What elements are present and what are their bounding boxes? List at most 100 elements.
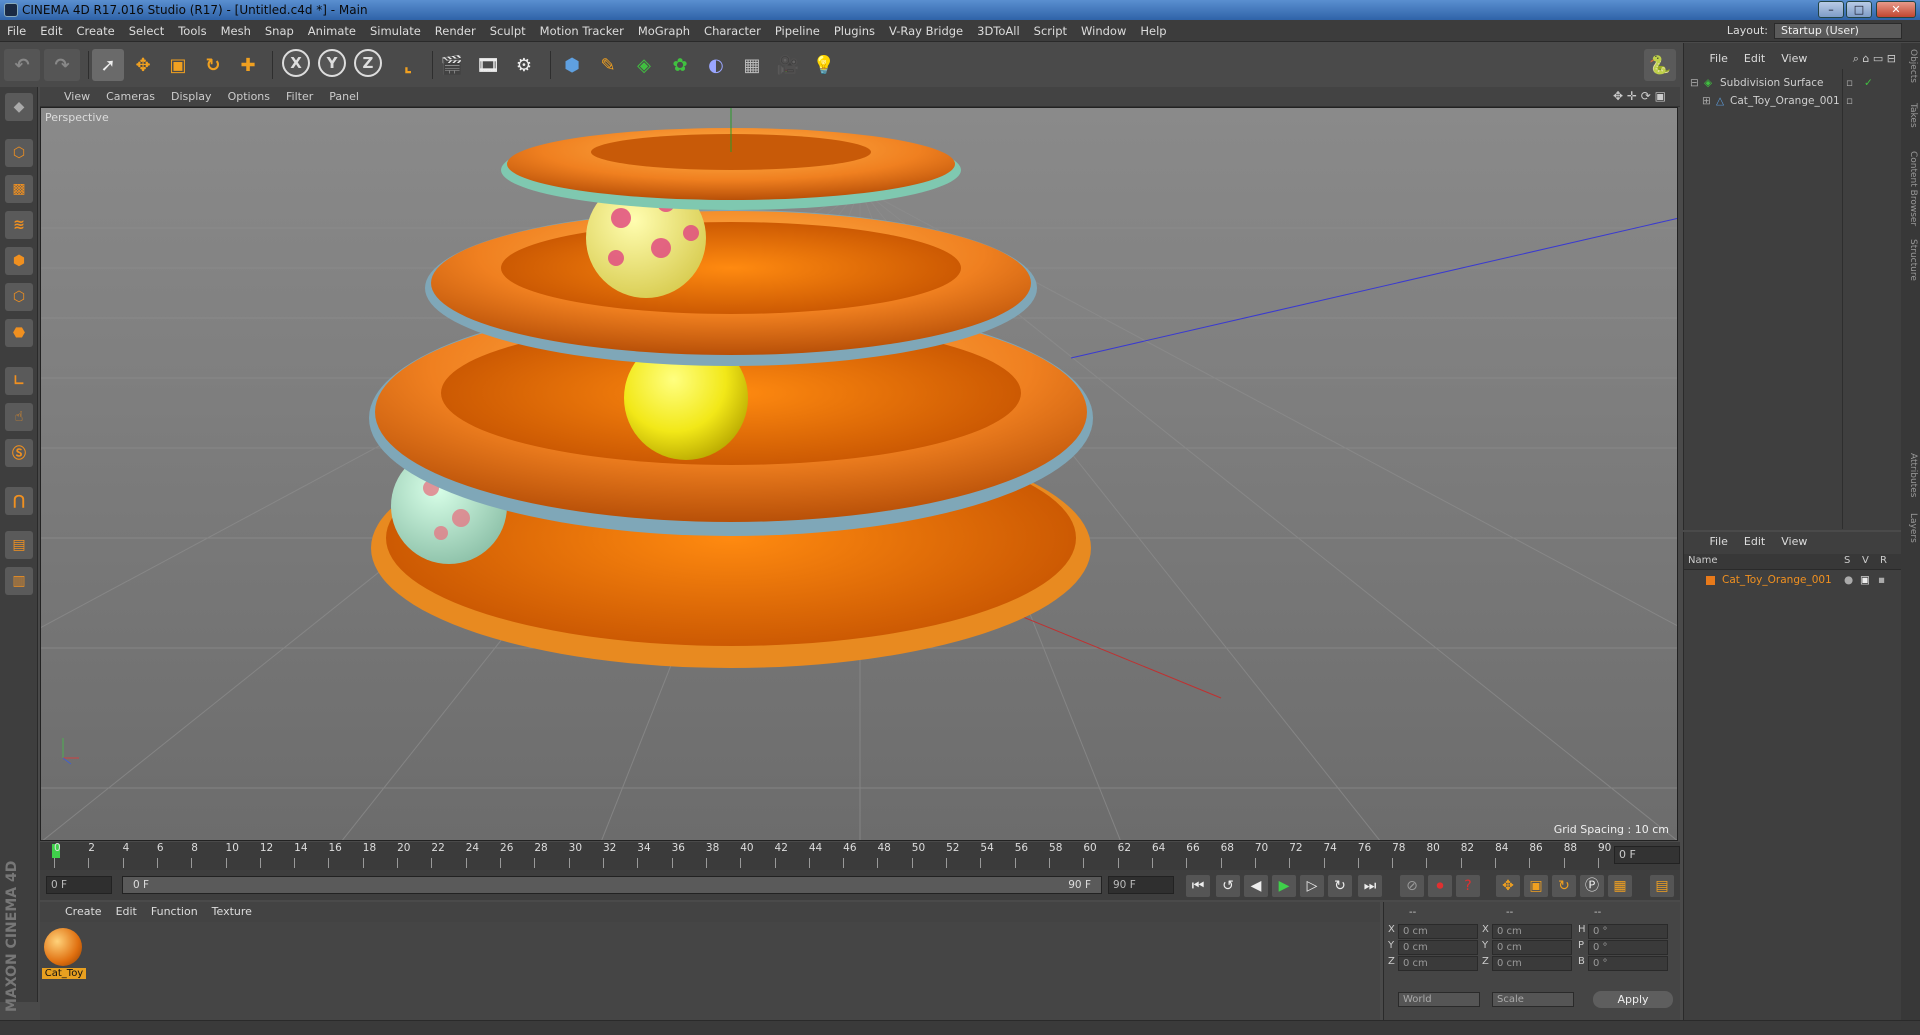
edges-mode-icon[interactable]: ⬡: [5, 283, 33, 311]
snapping-icon[interactable]: Ⓢ: [5, 439, 33, 467]
previous-key-icon[interactable]: ↺: [1216, 875, 1240, 897]
render-icon[interactable]: ▪: [1878, 572, 1885, 589]
floor-icon[interactable]: ▦: [736, 49, 768, 81]
cube-primitive-icon[interactable]: ⬢: [556, 49, 588, 81]
next-key-icon[interactable]: ↻: [1328, 875, 1352, 897]
end-frame-field[interactable]: 90 F: [1108, 876, 1174, 894]
go-to-start-icon[interactable]: ⏮: [1186, 875, 1210, 897]
layout-select[interactable]: Startup (User): [1774, 23, 1902, 39]
render-settings-icon[interactable]: ⚙: [508, 49, 540, 81]
side-tab-objects[interactable]: Objects: [1903, 49, 1918, 83]
object-row-cat-toy[interactable]: ⊞ △ Cat_Toy_Orange_001 ▫: [1684, 93, 1902, 110]
maximize-button[interactable]: □: [1846, 1, 1872, 18]
viewport-menu-cameras[interactable]: Cameras: [98, 87, 163, 107]
size-field[interactable]: 0 cm: [1492, 940, 1572, 955]
layer-menu-view[interactable]: View: [1773, 532, 1815, 552]
layer-menu-edit[interactable]: Edit: [1736, 532, 1773, 552]
menu-item-character[interactable]: Character: [697, 20, 768, 42]
viewport-menu-options[interactable]: Options: [220, 87, 278, 107]
previous-frame-icon[interactable]: ◀: [1244, 875, 1268, 897]
play-icon[interactable]: ▶: [1272, 875, 1296, 897]
menu-item-3dtoall[interactable]: 3DToAll: [970, 20, 1027, 42]
rotation-key-icon[interactable]: ↻: [1552, 875, 1576, 897]
scale-select[interactable]: Scale: [1492, 992, 1574, 1007]
undo-icon[interactable]: ↶: [4, 49, 40, 81]
side-tab-takes[interactable]: Takes: [1903, 103, 1918, 128]
planar-workplane-icon[interactable]: ▥: [5, 567, 33, 595]
next-frame-icon[interactable]: ▷: [1300, 875, 1324, 897]
perspective-viewport[interactable]: Perspective Grid Spacing : 10 cm: [40, 107, 1678, 841]
solo-icon[interactable]: ●: [1844, 572, 1853, 589]
polygons-mode-icon[interactable]: ⬣: [5, 319, 33, 347]
scale-tool-icon[interactable]: ▣: [162, 49, 194, 81]
layer-menu-file[interactable]: File: [1702, 532, 1736, 552]
autokey-icon[interactable]: ⏺: [1428, 875, 1452, 897]
pla-key-icon[interactable]: ▦: [1608, 875, 1632, 897]
record-keys-icon[interactable]: ⊘: [1400, 875, 1424, 897]
go-to-end-icon[interactable]: ⏭: [1358, 875, 1382, 897]
range-slider[interactable]: 0 F 90 F: [122, 876, 1102, 894]
menu-item-window[interactable]: Window: [1074, 20, 1133, 42]
keyframe-selection-icon[interactable]: ?: [1456, 875, 1480, 897]
redo-icon[interactable]: ↷: [44, 49, 80, 81]
array-icon[interactable]: ✿: [664, 49, 696, 81]
position-field[interactable]: 0 cm: [1398, 924, 1478, 939]
tweak-mode-icon[interactable]: ☝: [5, 403, 33, 431]
z-axis-button[interactable]: Z: [354, 49, 382, 77]
magnet-icon[interactable]: ⋂: [5, 487, 33, 515]
menu-item-edit[interactable]: Edit: [33, 20, 69, 42]
render-picture-viewer-icon[interactable]: 🎞: [472, 49, 504, 81]
spline-pen-icon[interactable]: ✎: [592, 49, 624, 81]
menu-item-mograph[interactable]: MoGraph: [631, 20, 697, 42]
render-view-icon[interactable]: 🎬: [436, 49, 468, 81]
texture-mode-icon[interactable]: ▩: [5, 175, 33, 203]
python-icon[interactable]: 🐍: [1644, 49, 1676, 81]
timeline-ruler[interactable]: 0 2 4 6 8 10 12 14 16 18 20 22 24 26 28 30 32 34 36 38 40 42 4…: [52, 842, 1611, 870]
material-swatch[interactable]: Cat_Toy: [40, 922, 90, 986]
object-row-subdivision[interactable]: ⊟ ◈ Subdivision Surface ▫ ✓: [1684, 75, 1902, 92]
menu-item-simulate[interactable]: Simulate: [363, 20, 428, 42]
material-menu-create[interactable]: Create: [58, 902, 109, 922]
rotate-tool-icon[interactable]: ↻: [197, 49, 229, 81]
menu-item-snap[interactable]: Snap: [258, 20, 301, 42]
material-menu-edit[interactable]: Edit: [109, 902, 144, 922]
x-axis-button[interactable]: X: [282, 49, 310, 77]
enabled-check-icon[interactable]: ✓: [1864, 75, 1873, 92]
layer-row[interactable]: Cat_Toy_Orange_001 ● ▣ ▪: [1684, 572, 1902, 589]
select-tool-icon[interactable]: ➚: [92, 49, 124, 81]
close-button[interactable]: ✕: [1876, 1, 1916, 18]
menu-item-select[interactable]: Select: [122, 20, 171, 42]
object-menu-edit[interactable]: Edit: [1736, 49, 1773, 69]
menu-item-create[interactable]: Create: [70, 20, 122, 42]
viewport-menu-panel[interactable]: Panel: [321, 87, 367, 107]
workplane-icon[interactable]: ≋: [5, 211, 33, 239]
viewport-menu-filter[interactable]: Filter: [278, 87, 321, 107]
menu-item-script[interactable]: Script: [1027, 20, 1074, 42]
menu-item-render[interactable]: Render: [428, 20, 483, 42]
menu-item-v-ray-bridge[interactable]: V-Ray Bridge: [882, 20, 970, 42]
points-mode-icon[interactable]: ⬢: [5, 247, 33, 275]
menu-item-pipeline[interactable]: Pipeline: [768, 20, 827, 42]
menu-item-help[interactable]: Help: [1133, 20, 1173, 42]
size-field[interactable]: 0 cm: [1492, 956, 1572, 971]
menu-item-file[interactable]: File: [0, 20, 33, 42]
visibility-icon[interactable]: ▫: [1846, 75, 1853, 92]
position-key-icon[interactable]: ✥: [1496, 875, 1520, 897]
object-manager-tools-icons[interactable]: ⌕ ⌂ ▭ ⊟: [1853, 49, 1896, 69]
viewport-nav-icons[interactable]: ✥ ✛ ⟳ ▣: [1613, 89, 1666, 103]
axis-mode-icon[interactable]: ∟: [5, 367, 33, 395]
apply-button[interactable]: Apply: [1593, 991, 1673, 1008]
camera-icon[interactable]: 🎥: [772, 49, 804, 81]
scale-key-icon[interactable]: ▣: [1524, 875, 1548, 897]
rotation-field[interactable]: 0 °: [1588, 956, 1668, 971]
timeline-window-icon[interactable]: ▤: [1650, 875, 1674, 897]
side-tab-structure[interactable]: Structure: [1903, 239, 1918, 281]
viewport-menu-view[interactable]: View: [56, 87, 98, 107]
deformer-icon[interactable]: ◐: [700, 49, 732, 81]
light-icon[interactable]: 💡: [808, 49, 840, 81]
size-field[interactable]: 0 cm: [1492, 924, 1572, 939]
menu-item-motion-tracker[interactable]: Motion Tracker: [533, 20, 631, 42]
start-frame-field[interactable]: 0 F: [46, 876, 112, 894]
lock-workplane-icon[interactable]: ▤: [5, 531, 33, 559]
menu-item-tools[interactable]: Tools: [171, 20, 213, 42]
